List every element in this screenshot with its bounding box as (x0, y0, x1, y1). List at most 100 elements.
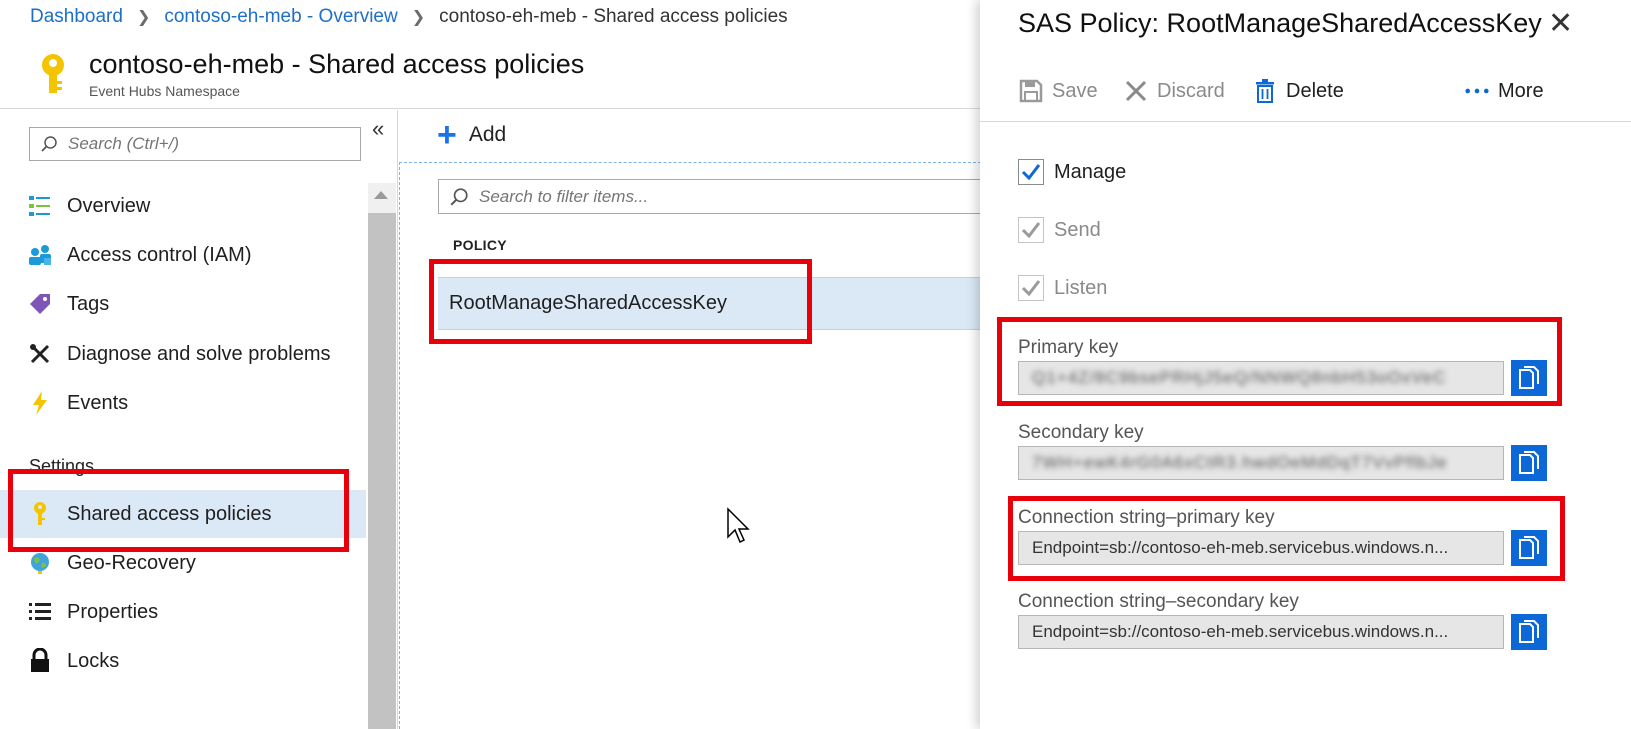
search-icon (450, 187, 468, 205)
discard-button[interactable]: Discard (1123, 78, 1225, 104)
checkmark-icon (1018, 217, 1044, 243)
discard-label: Discard (1157, 79, 1225, 102)
sidebar-item-diagnose[interactable]: Diagnose and solve problems (0, 330, 366, 378)
settings-section-heading: Settings (29, 456, 95, 476)
close-icon[interactable]: ✕ (1548, 6, 1573, 41)
sidebar-item-label: Diagnose and solve problems (67, 342, 331, 365)
trash-icon (1252, 78, 1278, 104)
copy-icon (1519, 366, 1539, 389)
people-icon (27, 242, 53, 268)
resource-menu: « Overview Access control ( (0, 110, 398, 729)
save-button[interactable]: Save (1018, 78, 1098, 104)
chevron-right-icon: ❯ (411, 9, 426, 26)
connection-string-primary-value: Endpoint=sb://contoso-eh-meb.servicebus.… (1032, 538, 1449, 557)
sidebar-item-locks[interactable]: Locks (0, 637, 366, 685)
sidebar-item-access-control[interactable]: Access control (IAM) (0, 231, 366, 279)
menu-search-input[interactable] (68, 134, 338, 154)
copy-primary-key-button[interactable] (1511, 360, 1547, 396)
save-icon (1018, 78, 1044, 104)
more-button[interactable]: More (1464, 78, 1544, 104)
listen-checkbox[interactable]: Listen (1018, 275, 1107, 301)
sidebar-item-label: Access control (IAM) (67, 243, 252, 266)
page-title: contoso-eh-meb - Shared access policies (89, 49, 585, 79)
sidebar-item-label: Shared access policies (67, 502, 272, 525)
chevron-right-icon: ❯ (136, 9, 151, 26)
key-icon (42, 54, 64, 93)
secondary-key-value: 7WH+ewK4rG0A6xCtR3.hwdOeMdDqT7VvPflbJe (1032, 453, 1448, 472)
checkmark-icon (1018, 275, 1044, 301)
policy-filter-box[interactable] (438, 179, 998, 214)
sidebar-item-tags[interactable]: Tags (0, 280, 366, 328)
menu-search-box[interactable] (29, 127, 361, 161)
sidebar-item-label: Geo-Recovery (67, 551, 196, 574)
sidebar-item-label: Locks (67, 649, 120, 672)
lightning-icon (27, 390, 53, 416)
breadcrumb-overview-link[interactable]: contoso-eh-meb - Overview (164, 6, 397, 28)
add-label: Add (468, 123, 507, 146)
copy-secondary-key-button[interactable] (1511, 445, 1547, 481)
tag-icon (27, 291, 53, 317)
connection-string-primary-label: Connection string–primary key (1018, 507, 1275, 528)
sidebar-item-label: Overview (67, 194, 151, 217)
secondary-key-field[interactable]: 7WH+ewK4rG0A6xCtR3.hwdOeMdDqT7VvPflbJe (1018, 446, 1504, 480)
connection-string-secondary-value: Endpoint=sb://contoso-eh-meb.servicebus.… (1032, 622, 1449, 641)
ellipsis-icon (1464, 78, 1490, 104)
connection-string-secondary-label: Connection string–secondary key (1018, 591, 1299, 612)
sidebar-item-events[interactable]: Events (0, 379, 366, 427)
primary-key-value: Q1+4Z/8C9bsePRHjJ5eQ/NNWQ8nbH53oOxVeC (1032, 368, 1447, 387)
delete-label: Delete (1286, 79, 1344, 102)
overview-icon (27, 193, 53, 219)
mouse-cursor-icon (727, 507, 750, 544)
sas-policy-blade: SAS Policy: RootManageSharedAccessKey ✕ … (980, 0, 1631, 729)
policy-row[interactable]: RootManageSharedAccessKey (438, 277, 998, 330)
primary-key-label: Primary key (1018, 337, 1119, 358)
primary-key-field[interactable]: Q1+4Z/8C9bsePRHjJ5eQ/NNWQ8nbH53oOxVeC (1018, 361, 1504, 395)
connection-string-secondary-field[interactable]: Endpoint=sb://contoso-eh-meb.servicebus.… (1018, 615, 1504, 649)
list-icon (27, 599, 53, 625)
plus-icon: + (437, 116, 457, 154)
policy-column-header[interactable]: POLICY (453, 237, 507, 253)
copy-icon (1519, 536, 1539, 559)
checkmark-icon (1018, 159, 1044, 185)
scroll-thumb[interactable] (368, 213, 396, 729)
copy-connection-string-secondary-button[interactable] (1511, 614, 1547, 650)
menu-scrollbar[interactable] (368, 183, 396, 729)
lock-icon (27, 648, 53, 674)
globe-icon (27, 550, 53, 576)
copy-icon (1519, 451, 1539, 474)
key-icon (27, 501, 53, 527)
more-label: More (1498, 79, 1544, 102)
search-icon (41, 136, 57, 152)
breadcrumb-dashboard-link[interactable]: Dashboard (30, 6, 123, 28)
policy-filter-input[interactable] (479, 186, 959, 207)
blade-title: SAS Policy: RootManageSharedAccessKey (1018, 8, 1542, 38)
scroll-up-arrow-icon[interactable] (374, 191, 388, 199)
page-header: contoso-eh-meb - Shared access policies … (0, 39, 980, 109)
manage-checkbox[interactable]: Manage (1018, 159, 1126, 185)
wrench-icon (27, 341, 53, 367)
save-label: Save (1052, 79, 1098, 102)
sidebar-item-label: Events (67, 391, 129, 414)
send-label: Send (1054, 218, 1101, 241)
sidebar-item-properties[interactable]: Properties (0, 588, 366, 636)
delete-button[interactable]: Delete (1252, 78, 1344, 104)
copy-connection-string-primary-button[interactable] (1511, 530, 1547, 566)
connection-string-primary-field[interactable]: Endpoint=sb://contoso-eh-meb.servicebus.… (1018, 531, 1504, 565)
blade-toolbar: Save Discard Delete More (980, 70, 1631, 122)
breadcrumb: Dashboard ❯ contoso-eh-meb - Overview ❯ … (30, 6, 788, 28)
sidebar-item-shared-access-policies[interactable]: Shared access policies (0, 490, 366, 538)
secondary-key-label: Secondary key (1018, 422, 1144, 443)
sidebar-item-label: Tags (67, 292, 110, 315)
breadcrumb-current: contoso-eh-meb - Shared access policies (439, 6, 788, 27)
page-subtitle: Event Hubs Namespace (89, 83, 240, 99)
sidebar-item-geo-recovery[interactable]: Geo-Recovery (0, 539, 366, 587)
listen-label: Listen (1054, 276, 1108, 299)
sidebar-item-label: Properties (67, 600, 159, 623)
add-policy-button[interactable]: + Add (437, 116, 507, 154)
manage-label: Manage (1054, 160, 1127, 183)
copy-icon (1519, 620, 1539, 643)
send-checkbox[interactable]: Send (1018, 217, 1101, 243)
collapse-menu-button[interactable]: « (372, 116, 384, 142)
sidebar-item-overview[interactable]: Overview (0, 182, 366, 230)
discard-x-icon (1123, 78, 1149, 104)
